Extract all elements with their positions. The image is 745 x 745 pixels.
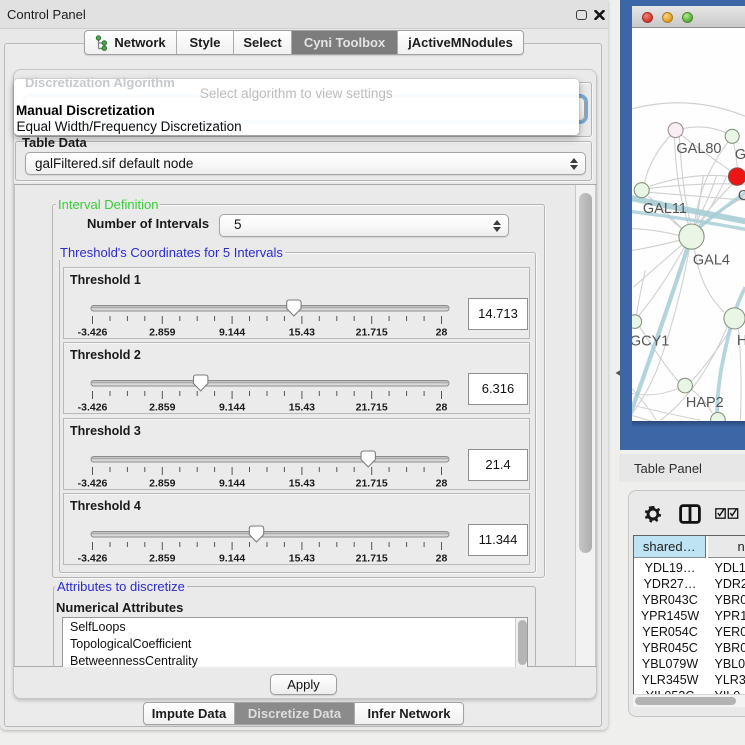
svg-text:2.859: 2.859 [149, 553, 175, 565]
svg-text:GAL4: GAL4 [692, 252, 729, 268]
svg-text:9.144: 9.144 [219, 402, 245, 414]
svg-text:15.43: 15.43 [289, 553, 315, 565]
svg-text:9.144: 9.144 [219, 553, 245, 565]
svg-text:28: 28 [436, 553, 448, 565]
svg-text:9.144: 9.144 [219, 478, 245, 490]
svg-text:GA: GA [734, 147, 744, 163]
svg-text:2.859: 2.859 [149, 478, 175, 490]
svg-text:GAL11: GAL11 [642, 201, 686, 217]
svg-text:C: C [737, 188, 744, 204]
svg-text:HAP2: HAP2 [685, 395, 723, 411]
svg-text:21.715: 21.715 [356, 402, 388, 414]
svg-text:21.715: 21.715 [356, 553, 388, 565]
svg-text:28: 28 [436, 327, 448, 339]
svg-text:21.715: 21.715 [356, 327, 388, 339]
svg-text:-3.426: -3.426 [78, 478, 108, 490]
svg-text:-3.426: -3.426 [78, 553, 108, 565]
svg-text:2.859: 2.859 [149, 327, 175, 339]
svg-text:15.43: 15.43 [289, 327, 315, 339]
svg-text:28: 28 [436, 478, 448, 490]
svg-text:H: H [736, 333, 744, 349]
svg-text:21.715: 21.715 [356, 478, 388, 490]
svg-text:-3.426: -3.426 [78, 327, 108, 339]
svg-text:-3.426: -3.426 [78, 402, 108, 414]
svg-text:15.43: 15.43 [289, 478, 315, 490]
svg-text:15.43: 15.43 [289, 402, 315, 414]
svg-text:GCY1: GCY1 [632, 333, 669, 349]
svg-text:GAL80: GAL80 [676, 141, 721, 157]
svg-text:9.144: 9.144 [219, 327, 245, 339]
svg-text:2.859: 2.859 [149, 402, 175, 414]
svg-text:28: 28 [436, 402, 448, 414]
